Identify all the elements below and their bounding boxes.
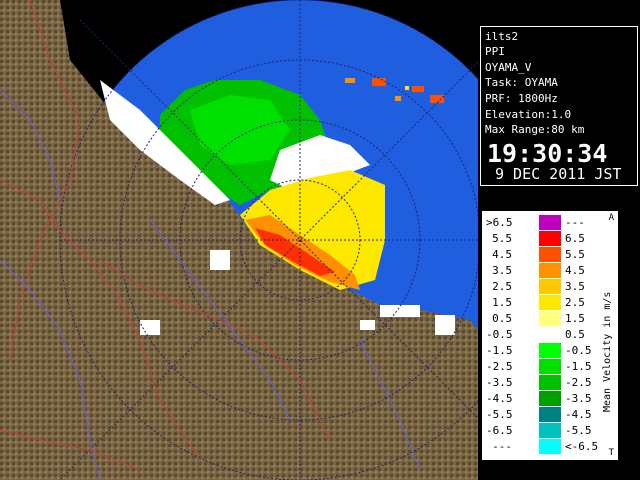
legend-row-lower: -6.5 — [486, 424, 513, 437]
legend-swatch — [539, 215, 561, 230]
legend-row-upper: -1.5 — [565, 360, 592, 373]
legend-swatch — [539, 391, 561, 406]
legend-row: 2.5 3.5 — [483, 279, 603, 294]
legend-row-upper: -3.5 — [565, 392, 592, 405]
legend-row-lower: >6.5 — [486, 216, 513, 229]
legend-swatch — [539, 439, 561, 454]
legend-row: 3.5 4.5 — [483, 263, 603, 278]
legend-row-upper: -5.5 — [565, 424, 592, 437]
legend-row-lower: -2.5 — [486, 360, 513, 373]
legend-row-lower: 5.5 — [492, 232, 512, 245]
legend-row-upper: 4.5 — [565, 264, 585, 277]
legend-row: -4.5 -3.5 — [483, 391, 603, 406]
legend-swatch — [539, 295, 561, 310]
legend-row-lower: -0.5 — [486, 328, 513, 341]
legend-swatch — [539, 279, 561, 294]
legend-row-upper: 0.5 — [565, 328, 585, 341]
info-radar-id: ilts2 — [485, 30, 519, 43]
legend-row-upper: <-6.5 — [565, 440, 599, 453]
legend-row-lower: 1.5 — [492, 296, 512, 309]
legend-row: 4.5 5.5 — [483, 247, 603, 262]
legend-swatch — [539, 247, 561, 262]
velocity-legend: >6.5 --- 5.5 6.5 4.5 5.5 3.5 4.5 2.5 3.5 1.5 2.5 0.5… — [482, 211, 618, 460]
legend-row: 1.5 2.5 — [483, 295, 603, 310]
info-task: Task: OYAMA — [485, 76, 558, 89]
legend-corner-top: A — [608, 213, 614, 223]
legend-row-upper: -0.5 — [565, 344, 592, 357]
scan-info-panel: ilts2 PPI OYAMA_V Task: OYAMA PRF: 1800H… — [480, 26, 638, 186]
legend-row-lower: 4.5 — [492, 248, 512, 261]
legend-swatch — [539, 359, 561, 374]
legend-swatch — [539, 263, 561, 278]
legend-swatch — [539, 311, 561, 326]
info-scan-mode: PPI — [485, 45, 505, 58]
legend-swatch — [539, 231, 561, 246]
legend-row-lower: 0.5 — [492, 312, 512, 325]
legend-row-upper: -4.5 — [565, 408, 592, 421]
legend-row-upper: 1.5 — [565, 312, 585, 325]
legend-row: -3.5 -2.5 — [483, 375, 603, 390]
legend-row: >6.5 --- — [483, 215, 603, 230]
legend-row-lower: -1.5 — [486, 344, 513, 357]
legend-row: -5.5 -4.5 — [483, 407, 603, 422]
legend-row-upper: 6.5 — [565, 232, 585, 245]
legend-swatch — [539, 343, 561, 358]
info-max-range: Max Range:80 km — [485, 123, 585, 136]
legend-row-upper: -2.5 — [565, 376, 592, 389]
legend-row-lower: -5.5 — [486, 408, 513, 421]
legend-swatch — [539, 327, 561, 342]
legend-row: -1.5 -0.5 — [483, 343, 603, 358]
legend-row-lower: -4.5 — [486, 392, 513, 405]
legend-corner-bottom: T — [608, 448, 614, 458]
legend-row-upper: --- — [565, 216, 585, 229]
info-prf: PRF: 1800Hz — [485, 92, 558, 105]
radar-ppi-display — [0, 0, 478, 480]
legend-row: -2.5 -1.5 — [483, 359, 603, 374]
legend-row: 5.5 6.5 — [483, 231, 603, 246]
legend-row: -6.5 -5.5 — [483, 423, 603, 438]
legend-unit-label: Mean Velocity in m/s — [602, 291, 613, 413]
legend-row-lower: 3.5 — [492, 264, 512, 277]
legend-row: --- <-6.5 — [483, 439, 603, 454]
legend-row: -0.5 0.5 — [483, 327, 603, 342]
scan-date: 9 DEC 2011 JST — [495, 165, 622, 183]
legend-swatch — [539, 423, 561, 438]
legend-row-lower: 2.5 — [492, 280, 512, 293]
legend-swatch — [539, 407, 561, 422]
legend-row-upper: 3.5 — [565, 280, 585, 293]
legend-row-upper: 2.5 — [565, 296, 585, 309]
legend-row: 0.5 1.5 — [483, 311, 603, 326]
legend-row-upper: 5.5 — [565, 248, 585, 261]
info-product: OYAMA_V — [485, 61, 532, 74]
legend-row-lower: --- — [492, 440, 512, 453]
info-elevation: Elevation:1.0 — [485, 108, 572, 121]
legend-row-lower: -3.5 — [486, 376, 513, 389]
legend-swatch — [539, 375, 561, 390]
scan-time: 19:30:34 — [487, 139, 608, 168]
